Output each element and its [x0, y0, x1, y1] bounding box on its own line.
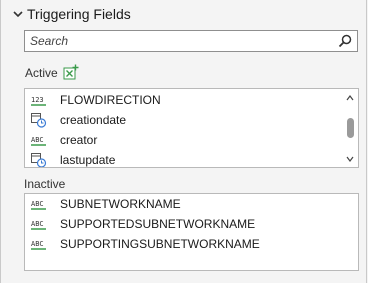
field-name: creationdate	[60, 113, 127, 127]
field-name: creator	[60, 133, 98, 147]
list-item[interactable]: ABC SUPPORTEDSUBNETWORKNAME	[31, 214, 255, 234]
svg-text:ABC: ABC	[31, 220, 44, 228]
section-title: Triggering Fields	[27, 6, 131, 22]
text-field-icon: ABC	[31, 136, 46, 146]
search-box[interactable]	[24, 30, 358, 52]
inactive-fields-list[interactable]: ABC SUBNETWORKNAME ABC SUPPORTEDSUBNETWO…	[24, 193, 359, 271]
field-name: SUBNETWORKNAME	[60, 197, 181, 211]
numeric-field-icon: 123	[31, 96, 46, 106]
svg-text:ABC: ABC	[31, 240, 44, 248]
date-field-icon	[31, 113, 47, 128]
search-icon[interactable]	[338, 34, 352, 48]
svg-text:ABC: ABC	[31, 200, 44, 208]
list-item[interactable]: ABC SUBNETWORKNAME	[31, 194, 181, 214]
svg-text:123: 123	[31, 96, 44, 104]
active-fields-list[interactable]: 123 FLOWDIRECTION creationdate ABC creat…	[24, 88, 359, 168]
field-name: SUPPORTINGSUBNETWORKNAME	[60, 237, 260, 251]
field-name: lastupdate	[60, 153, 116, 167]
field-name: SUPPORTEDSUBNETWORKNAME	[60, 217, 256, 231]
search-input[interactable]	[25, 34, 338, 48]
list-item[interactable]: lastupdate	[31, 150, 116, 167]
vertical-scrollbar[interactable]	[342, 89, 358, 167]
list-item[interactable]: 123 FLOWDIRECTION	[31, 90, 161, 110]
text-field-icon: ABC	[31, 220, 46, 230]
field-name: FLOWDIRECTION	[60, 93, 161, 107]
text-field-icon: ABC	[31, 240, 46, 250]
active-label: Active	[25, 66, 58, 80]
svg-text:ABC: ABC	[31, 136, 44, 144]
inactive-label: Inactive	[24, 177, 66, 191]
date-field-icon	[31, 153, 47, 167]
list-item[interactable]: ABC SUPPORTINGSUBNETWORKNAME	[31, 234, 260, 254]
scroll-down-icon[interactable]	[346, 155, 354, 163]
list-item[interactable]: ABC creator	[31, 130, 97, 150]
scrollbar-thumb[interactable]	[347, 118, 354, 138]
scroll-up-icon[interactable]	[346, 94, 354, 102]
add-field-icon[interactable]	[63, 64, 79, 80]
text-field-icon: ABC	[31, 200, 46, 210]
list-item[interactable]: creationdate	[31, 110, 126, 130]
chevron-down-icon[interactable]	[13, 9, 23, 19]
pane-frame: Triggering Fields Active 123 FLOWDIRECTI…	[0, 0, 367, 283]
triggering-fields-header[interactable]: Triggering Fields	[13, 5, 131, 23]
